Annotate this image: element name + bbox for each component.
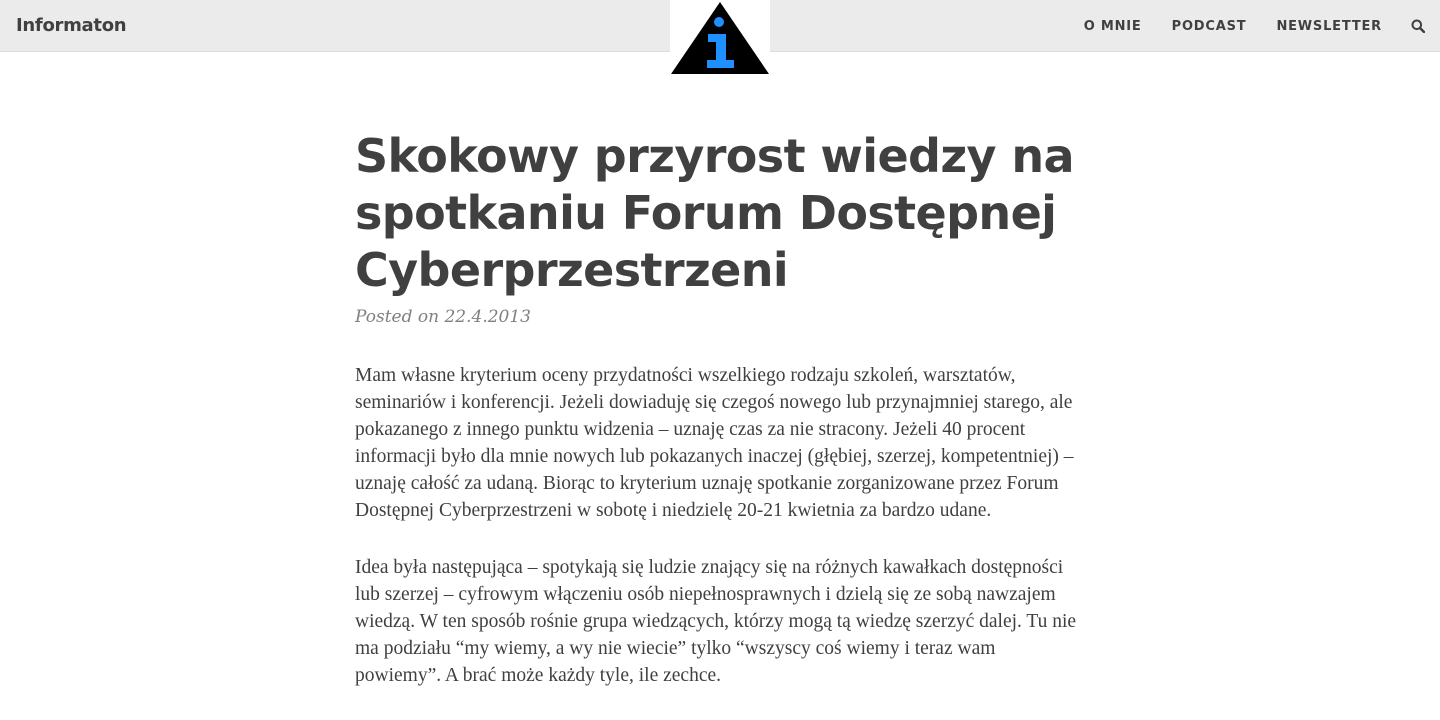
nav-item-newsletter[interactable]: NEWSLETTER — [1276, 19, 1382, 34]
information-sign-icon — [671, 2, 769, 74]
blog-post: Skokowy przyrost wiedzy na spotkaniu For… — [355, 128, 1085, 689]
post-paragraph: Mam własne kryterium oceny przydatności … — [355, 365, 1074, 521]
site-brand-link[interactable]: Informaton — [16, 14, 127, 38]
main-navigation: O MNIE PODCAST NEWSLETTER — [1054, 0, 1426, 52]
post-meta-date: Posted on 22.4.2013 — [355, 307, 531, 327]
post-body: Mam własne kryterium oceny przydatności … — [355, 362, 1085, 689]
nav-item-o-mnie[interactable]: O MNIE — [1084, 19, 1142, 34]
site-logo-link[interactable] — [670, 0, 770, 76]
post-title: Skokowy przyrost wiedzy na spotkaniu For… — [355, 129, 1075, 297]
search-button[interactable] — [1410, 18, 1426, 34]
search-icon — [1411, 19, 1425, 33]
post-paragraph: Idea była następująca – spotykają się lu… — [355, 557, 1077, 686]
nav-item-podcast[interactable]: PODCAST — [1172, 19, 1247, 34]
